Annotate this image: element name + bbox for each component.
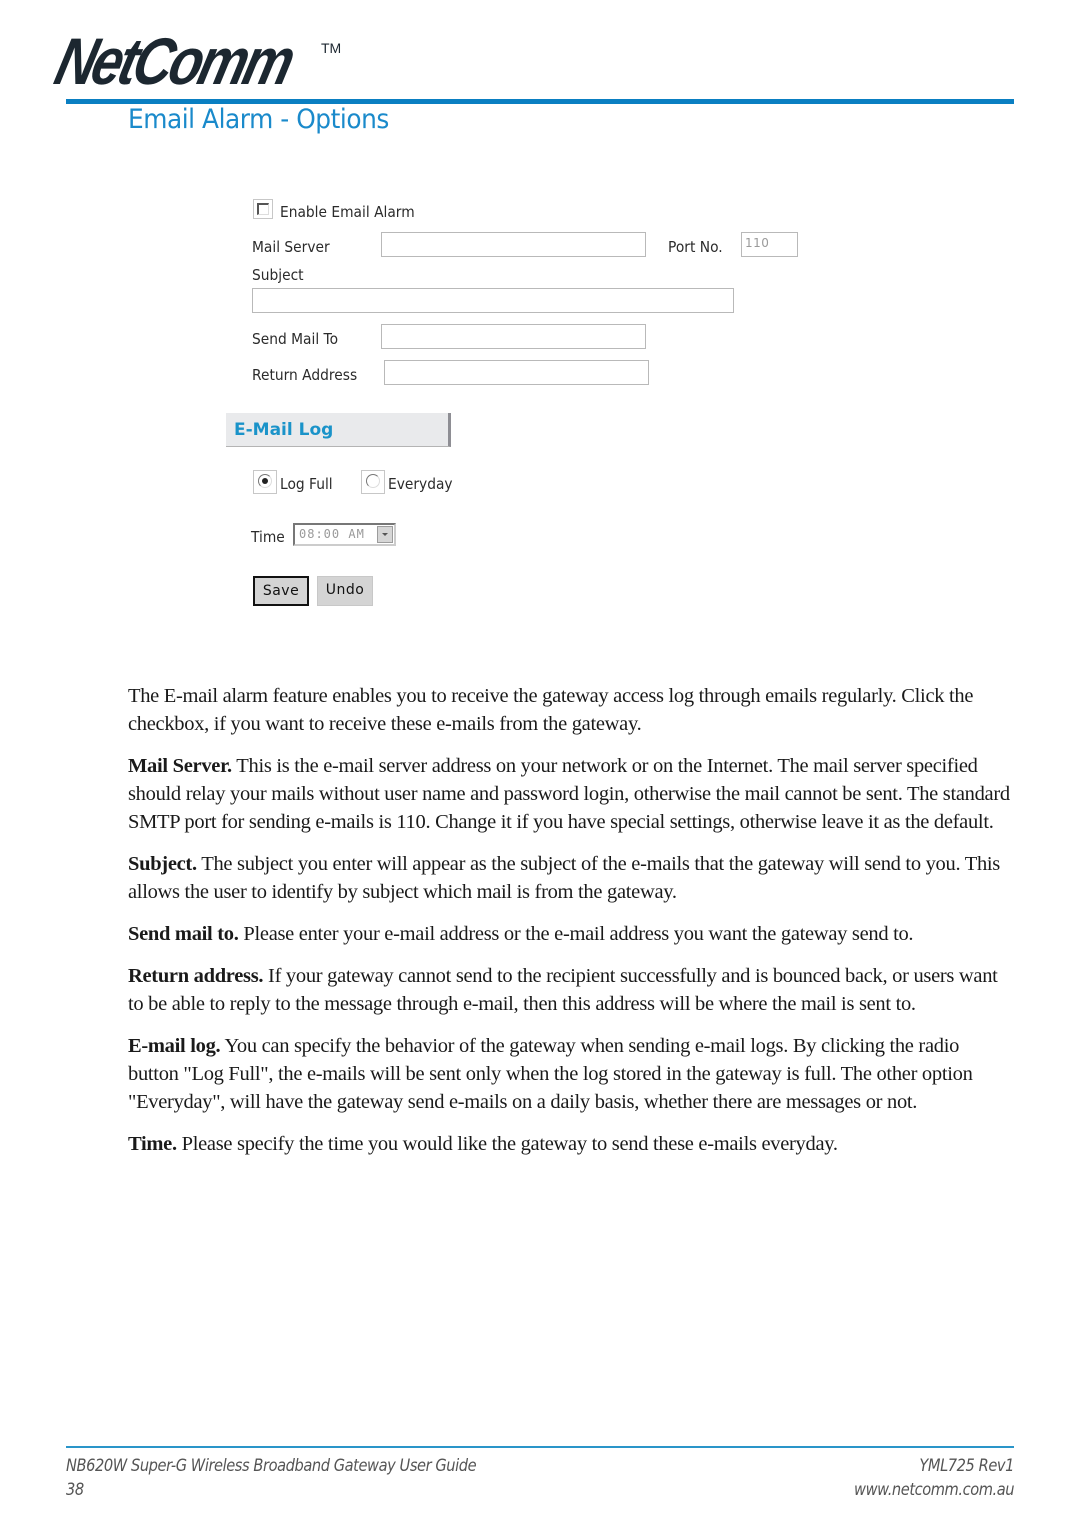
everyday-label: Everyday: [388, 475, 453, 493]
radio-unselected-icon: [366, 474, 380, 488]
return-address-label: Return Address: [252, 366, 358, 384]
time-select[interactable]: 08:00 AM: [293, 523, 396, 546]
port-label: Port No.: [668, 238, 723, 256]
definition: Please enter your e-mail address or the …: [238, 923, 914, 945]
time-select-value: 08:00 AM: [299, 527, 365, 541]
term: Send mail to.: [128, 923, 239, 945]
time-label: Time: [251, 528, 285, 546]
footer-divider: [66, 1446, 1014, 1448]
doc-code: YML725 Rev1: [919, 1456, 1014, 1476]
trademark-symbol: TM: [321, 40, 342, 56]
term: Return address.: [128, 965, 264, 987]
subject-input[interactable]: [252, 288, 734, 313]
port-input[interactable]: 110: [741, 232, 798, 257]
term: Mail Server.: [128, 755, 232, 777]
radio-selected-icon: [258, 474, 272, 488]
enable-email-alarm-label: Enable Email Alarm: [280, 203, 415, 221]
send-mail-to-paragraph: Send mail to. Please enter your e-mail a…: [128, 920, 1013, 948]
website-link[interactable]: www.netcomm.com.au: [854, 1480, 1014, 1500]
definition: Please specify the time you would like t…: [176, 1133, 838, 1155]
undo-button[interactable]: Undo: [317, 576, 373, 606]
description: The E-mail alarm feature enables you to …: [128, 682, 1013, 1172]
subject-label: Subject: [252, 266, 304, 284]
log-full-label: Log Full: [280, 475, 333, 493]
subject-paragraph: Subject. The subject you enter will appe…: [128, 850, 1013, 906]
log-full-radio[interactable]: [253, 470, 277, 494]
mail-server-paragraph: Mail Server. This is the e-mail server a…: [128, 752, 1013, 836]
definition: The subject you enter will appear as the…: [128, 853, 1000, 903]
email-log-paragraph: E-mail log. You can specify the behavior…: [128, 1032, 1013, 1116]
logo-text: NetComm: [48, 24, 300, 98]
mail-server-label: Mail Server: [252, 238, 330, 256]
mail-server-input[interactable]: [381, 232, 646, 257]
everyday-radio[interactable]: [361, 470, 385, 494]
page-title: Email Alarm - Options: [128, 104, 389, 135]
intro-paragraph: The E-mail alarm feature enables you to …: [128, 685, 974, 735]
return-address-input[interactable]: [384, 360, 649, 385]
enable-email-alarm-checkbox[interactable]: [253, 199, 273, 219]
term: Time.: [128, 1133, 177, 1155]
definition: You can specify the behavior of the gate…: [128, 1035, 973, 1113]
netcomm-logo: NetComm TM: [49, 24, 350, 98]
term: Subject.: [128, 853, 197, 875]
term: E-mail log.: [128, 1035, 221, 1057]
page-number: 38: [66, 1480, 84, 1500]
save-button[interactable]: Save: [253, 576, 309, 606]
email-log-section-title: E-Mail Log: [234, 420, 334, 440]
definition: This is the e-mail server address on you…: [128, 755, 1010, 833]
guide-title: NB620W Super-G Wireless Broadband Gatewa…: [66, 1456, 477, 1476]
chevron-down-icon[interactable]: [377, 526, 393, 543]
send-mail-to-label: Send Mail To: [252, 330, 339, 348]
return-address-paragraph: Return address. If your gateway cannot s…: [128, 962, 1013, 1018]
time-paragraph: Time. Please specify the time you would …: [128, 1130, 1013, 1158]
send-mail-to-input[interactable]: [381, 324, 646, 349]
email-log-section-header: E-Mail Log: [226, 413, 451, 447]
